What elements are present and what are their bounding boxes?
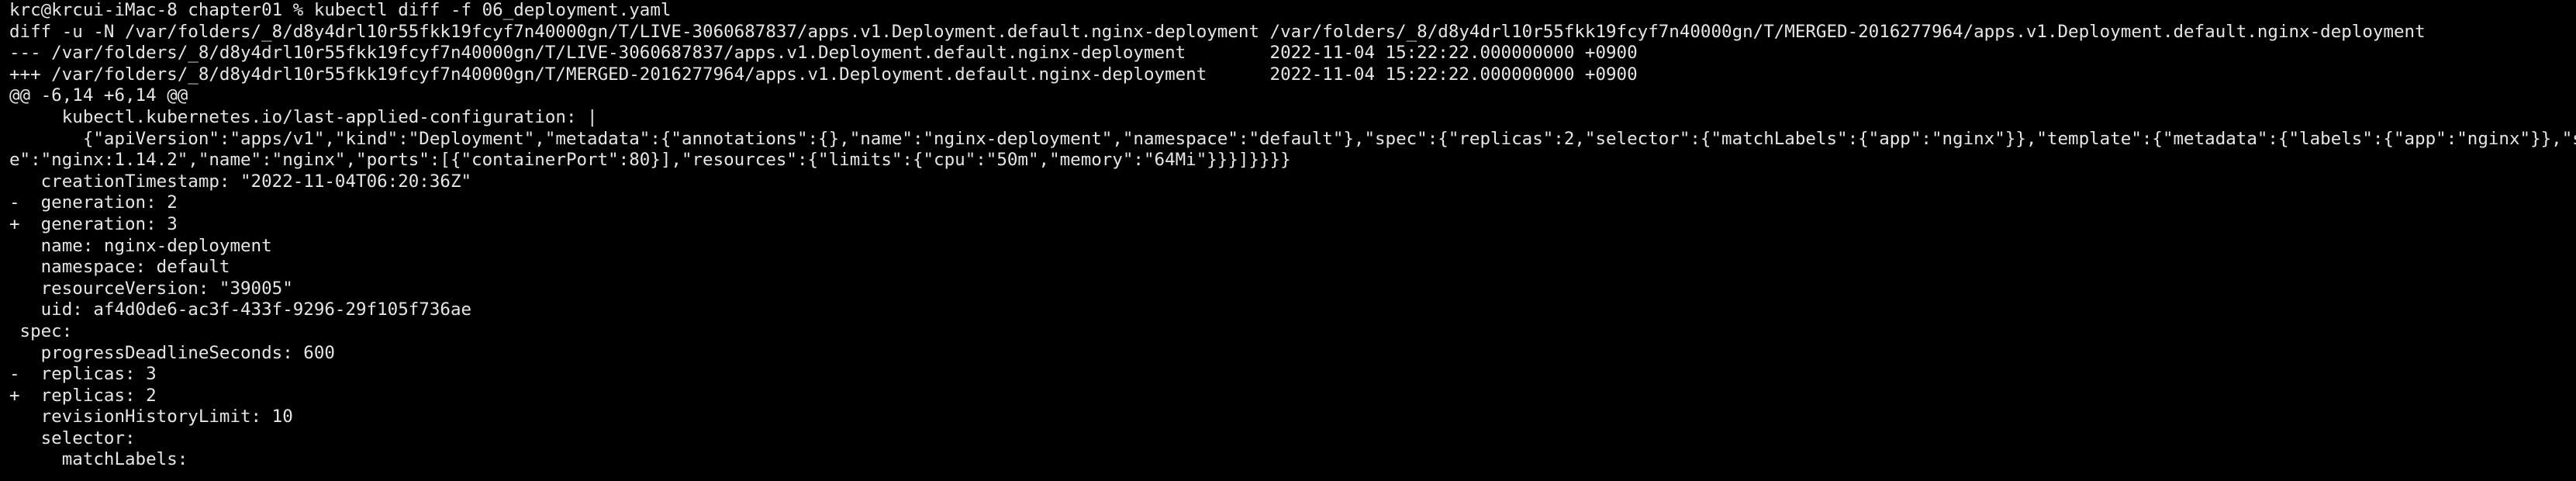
- diff-context-line: spec:: [9, 320, 73, 341]
- diff-command-line: diff -u -N /var/folders/_8/d8y4drl10r55f…: [9, 21, 2426, 42]
- diff-new-file-header: +++ /var/folders/_8/d8y4drl10r55fkk19fcy…: [9, 64, 1638, 85]
- shell-prompt-command: krc@krcui-iMac-8 chapter01 % kubectl dif…: [9, 0, 672, 20]
- diff-context-line: e":"nginx:1.14.2","name":"nginx","ports"…: [9, 150, 1291, 171]
- diff-context-line: resourceVersion: "39005": [9, 278, 293, 299]
- diff-context-line: matchLabels:: [9, 449, 188, 470]
- diff-removed-line: - generation: 2: [9, 192, 178, 213]
- diff-context-line: namespace: default: [9, 257, 230, 278]
- diff-context-line: creationTimestamp: "2022-11-04T06:20:36Z…: [9, 171, 472, 192]
- diff-context-line: kubectl.kubernetes.io/last-applied-confi…: [9, 106, 598, 127]
- diff-context-line: progressDeadlineSeconds: 600: [9, 342, 335, 363]
- terminal-window[interactable]: krc@krcui-iMac-8 chapter01 % kubectl dif…: [0, 0, 2576, 481]
- diff-old-file-header: --- /var/folders/_8/d8y4drl10r55fkk19fcy…: [9, 43, 1638, 64]
- diff-context-line: name: nginx-deployment: [9, 235, 272, 256]
- diff-removed-line: - replicas: 3: [9, 364, 157, 385]
- diff-added-line: + generation: 3: [9, 213, 178, 234]
- diff-context-line: revisionHistoryLimit: 10: [9, 407, 293, 427]
- diff-context-line: {"apiVersion":"apps/v1","kind":"Deployme…: [9, 128, 2576, 149]
- diff-context-line: selector:: [9, 427, 136, 448]
- diff-added-line: + replicas: 2: [9, 385, 157, 406]
- diff-context-line: uid: af4d0de6-ac3f-433f-9296-29f105f736a…: [9, 299, 472, 320]
- diff-hunk-header: @@ -6,14 +6,14 @@: [9, 85, 188, 106]
